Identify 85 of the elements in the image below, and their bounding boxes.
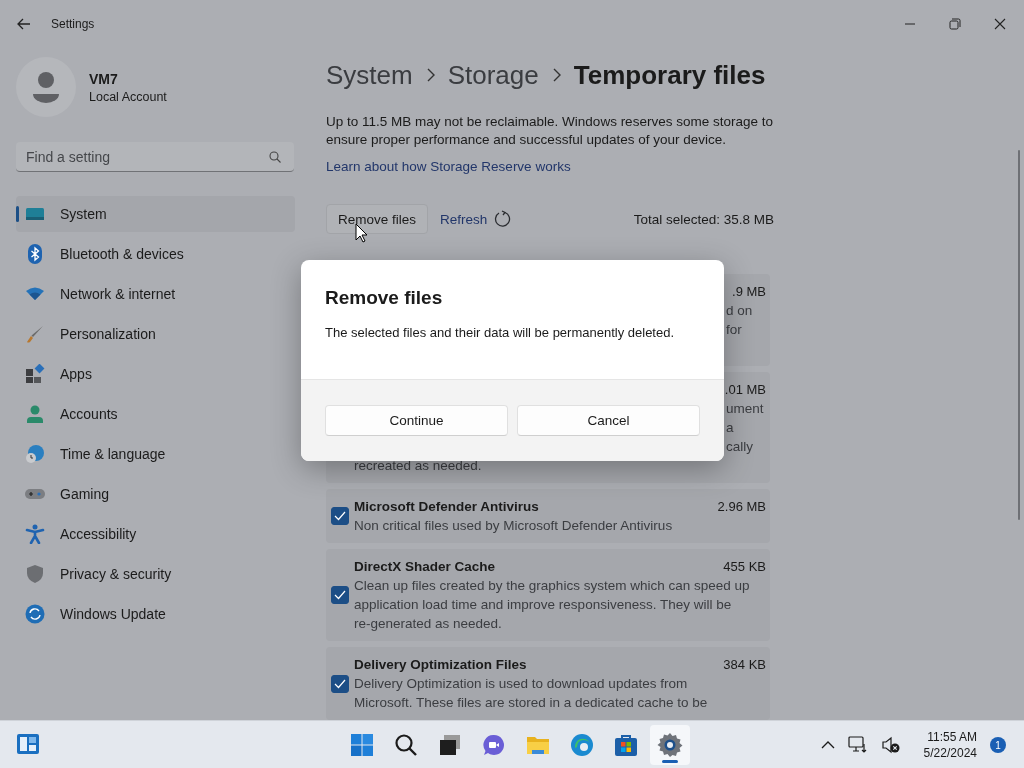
description-text: recreated as needed. bbox=[354, 458, 482, 473]
avatar-icon bbox=[16, 57, 76, 117]
browser-icon[interactable] bbox=[570, 733, 594, 757]
close-icon[interactable] bbox=[994, 18, 1006, 30]
description-text: Delivery Optimization is used to download updates from bbox=[354, 676, 688, 691]
description-text: Non critical files used by Microsoft Defender Antivirus bbox=[354, 518, 673, 533]
search-field[interactable]: Find a setting bbox=[16, 142, 294, 172]
nav-item[interactable]: Network & internet bbox=[16, 276, 295, 312]
task-view-icon[interactable] bbox=[438, 733, 462, 757]
nav-item[interactable]: Apps bbox=[16, 356, 295, 392]
selection-indicator bbox=[16, 206, 19, 222]
checkbox[interactable] bbox=[331, 674, 349, 693]
checkbox[interactable] bbox=[331, 586, 349, 604]
description-text: ument bbox=[726, 401, 764, 416]
nav-item[interactable]: Bluetooth & devices bbox=[16, 236, 295, 272]
chevron-up-icon[interactable] bbox=[820, 741, 835, 749]
globe-clock-icon bbox=[25, 444, 45, 464]
total-selected: Total selected: 35.8 MB bbox=[633, 211, 774, 227]
category-title: Delivery Optimization Files bbox=[354, 657, 527, 672]
breadcrumb-link[interactable]: System bbox=[326, 59, 413, 91]
nav-item[interactable]: Accounts bbox=[16, 396, 295, 432]
dialog-message: The selected files and their data will be permanently deleted. bbox=[325, 325, 676, 340]
network-icon[interactable] bbox=[847, 736, 868, 754]
speaker-muted-icon[interactable] bbox=[880, 736, 901, 754]
account-type: Local Account bbox=[89, 89, 167, 104]
settings-taskbar-button[interactable] bbox=[650, 725, 690, 765]
category-size: .9 MB bbox=[732, 284, 766, 299]
widgets-icon[interactable] bbox=[16, 733, 40, 755]
clock-time[interactable]: 11:55 AM bbox=[927, 729, 977, 745]
account-name: VM7 bbox=[89, 70, 119, 87]
description-text: Clean up files created by the graphics system which can speed up bbox=[354, 578, 750, 593]
clock-date[interactable]: 5/22/2024 bbox=[923, 745, 977, 761]
store-bag-icon[interactable] bbox=[614, 733, 638, 757]
description-text: re-generated as needed. bbox=[354, 616, 502, 631]
nav-item[interactable]: Gaming bbox=[16, 476, 295, 512]
shield-icon bbox=[25, 564, 45, 584]
update-icon bbox=[25, 604, 45, 624]
accessibility-icon bbox=[25, 524, 45, 544]
dialog-title: Remove files bbox=[325, 287, 444, 309]
category-title: Microsoft Defender Antivirus bbox=[354, 499, 539, 514]
cancel-button[interactable]: Cancel bbox=[517, 405, 700, 436]
refresh-icon bbox=[494, 210, 513, 228]
category-size: 455 KB bbox=[723, 559, 766, 574]
nav-item[interactable]: System bbox=[16, 196, 295, 232]
category-size: .01 MB bbox=[724, 382, 766, 397]
windows-logo-icon[interactable] bbox=[350, 733, 374, 757]
search-icon[interactable] bbox=[394, 733, 418, 757]
nav-item[interactable]: Time & language bbox=[16, 436, 295, 472]
description-text: application load time and improve responsiveness. They will be bbox=[354, 597, 732, 612]
apps-icon bbox=[25, 364, 45, 384]
category-title: DirectX Shader Cache bbox=[354, 559, 496, 574]
description-text: a bbox=[726, 420, 734, 435]
category-size: 2.96 MB bbox=[717, 499, 766, 514]
breadcrumb-link[interactable]: Storage bbox=[447, 59, 539, 91]
storage-reserve-link[interactable]: Learn about how Storage Reserve works bbox=[326, 159, 571, 174]
search-icon bbox=[269, 151, 281, 163]
page-title: Temporary files bbox=[573, 59, 766, 91]
description-text: d on bbox=[726, 303, 753, 318]
remove-files-button[interactable]: Remove files bbox=[326, 204, 429, 234]
intro-text: Up to 11.5 MB may not be reclaimable. Windows reserves some storage to ensure proper performance and successful updates of your device. bbox=[326, 113, 774, 149]
back-icon[interactable] bbox=[17, 18, 31, 30]
scrollbar[interactable] bbox=[1018, 150, 1020, 520]
chevron-icon bbox=[425, 68, 435, 82]
nav-item[interactable]: Privacy & security bbox=[16, 556, 295, 592]
gear-icon[interactable] bbox=[657, 732, 683, 758]
person-icon bbox=[25, 404, 45, 424]
description-text: for bbox=[726, 322, 742, 337]
cursor-icon bbox=[355, 223, 368, 243]
refresh-button[interactable]: Refresh bbox=[440, 210, 513, 228]
video-chat-icon[interactable] bbox=[482, 733, 506, 757]
continue-button[interactable]: Continue bbox=[325, 405, 508, 436]
nav-item[interactable]: Personalization bbox=[16, 316, 295, 352]
bluetooth-icon bbox=[25, 244, 45, 264]
nav-item[interactable]: Windows Update bbox=[16, 596, 295, 632]
description-text: Microsoft. These files are stored in a dedicated cache to be bbox=[354, 695, 708, 710]
active-indicator bbox=[662, 760, 678, 763]
notification-badge[interactable]: 1 bbox=[990, 737, 1006, 753]
checkbox[interactable] bbox=[331, 507, 349, 525]
category-size: 384 KB bbox=[723, 657, 766, 672]
nav-item[interactable]: Accessibility bbox=[16, 516, 295, 552]
restore-icon[interactable] bbox=[949, 18, 961, 30]
description-text: cally bbox=[726, 439, 753, 454]
chevron-icon bbox=[551, 68, 561, 82]
window-title: Settings bbox=[51, 17, 95, 31]
brush-icon bbox=[25, 324, 45, 344]
